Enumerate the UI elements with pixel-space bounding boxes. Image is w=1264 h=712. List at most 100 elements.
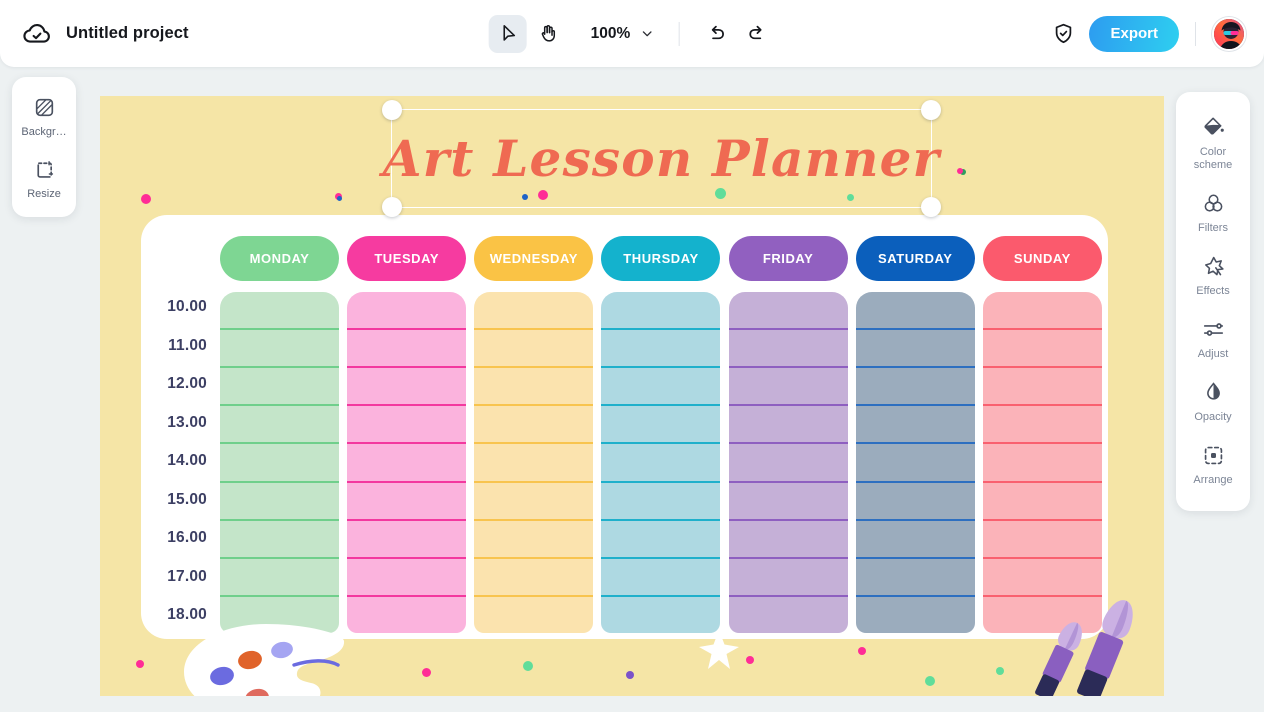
time-slot[interactable] [982, 521, 1102, 559]
time-slot[interactable] [474, 368, 594, 407]
day-header-wednesday[interactable]: WEDNESDAY [474, 236, 594, 281]
project-title[interactable]: Untitled project [66, 24, 189, 43]
time-slot[interactable] [347, 368, 467, 407]
time-slot[interactable] [855, 559, 975, 597]
time-slot[interactable] [855, 368, 975, 407]
time-slot[interactable] [601, 444, 721, 483]
time-slot[interactable] [982, 330, 1102, 369]
time-slot[interactable] [601, 330, 721, 369]
time-slot[interactable] [220, 406, 340, 445]
day-slots-wednesday[interactable] [474, 292, 594, 633]
time-slot[interactable] [347, 559, 467, 597]
planner-card[interactable]: 10.00 11.00 12.00 13.00 14.00 15.00 16.00 17.00… [141, 215, 1108, 639]
sidebar-item-color-scheme[interactable]: Color scheme [1176, 106, 1250, 182]
title-selection-box[interactable]: Art Lesson Planner [382, 100, 941, 217]
time-slot[interactable] [474, 521, 594, 559]
zoom-control[interactable]: 100% [585, 21, 661, 47]
day-header-thursday[interactable]: THURSDAY [601, 236, 721, 281]
time-slot[interactable] [474, 330, 594, 369]
day-header-saturday[interactable]: SATURDAY [855, 236, 975, 281]
time-slot[interactable] [855, 483, 975, 521]
time-slot[interactable] [474, 559, 594, 597]
export-button[interactable]: Export [1089, 15, 1179, 52]
time-slot[interactable] [347, 292, 467, 331]
time-slot[interactable] [728, 368, 848, 407]
time-slot[interactable] [220, 483, 340, 521]
time-slot[interactable] [474, 406, 594, 445]
day-header-friday[interactable]: FRIDAY [728, 236, 848, 281]
day-slots-sunday[interactable] [982, 292, 1102, 633]
resize-handle-top-right[interactable] [921, 100, 941, 120]
time-slot[interactable] [601, 368, 721, 407]
avatar[interactable] [1212, 16, 1246, 51]
time-slot[interactable] [855, 521, 975, 559]
day-header-monday[interactable]: MONDAY [220, 236, 340, 281]
time-slot[interactable] [474, 444, 594, 483]
time-slot[interactable] [347, 330, 467, 369]
time-slot[interactable] [728, 444, 848, 483]
time-slot[interactable] [982, 559, 1102, 597]
sidebar-item-effects[interactable]: Effects [1176, 245, 1250, 308]
sidebar-item-filters[interactable]: Filters [1176, 182, 1250, 245]
time-slot[interactable] [855, 292, 975, 331]
time-slot[interactable] [601, 406, 721, 445]
day-header-tuesday[interactable]: TUESDAY [347, 236, 467, 281]
design-canvas[interactable]: 10.00 11.00 12.00 13.00 14.00 15.00 16.00 17.00… [100, 96, 1164, 696]
time-slot[interactable] [855, 444, 975, 483]
time-slot[interactable] [728, 521, 848, 559]
time-slot[interactable] [220, 521, 340, 559]
time-slot[interactable] [220, 330, 340, 369]
sidebar-item-opacity[interactable]: Opacity [1176, 371, 1250, 434]
time-slot[interactable] [474, 597, 593, 633]
time-slot[interactable] [220, 559, 340, 597]
time-slot[interactable] [347, 406, 467, 445]
sidebar-item-adjust[interactable]: Adjust [1176, 308, 1250, 371]
time-slot[interactable] [855, 406, 975, 445]
time-slot[interactable] [728, 292, 848, 331]
day-slots-saturday[interactable] [855, 292, 975, 633]
sidebar-item-background[interactable]: Backgr… [12, 89, 76, 145]
time-slot[interactable] [982, 406, 1102, 445]
day-slots-thursday[interactable] [601, 292, 721, 633]
time-slot[interactable] [347, 597, 466, 633]
time-slot[interactable] [728, 330, 848, 369]
resize-handle-top-left[interactable] [382, 100, 402, 120]
time-slot[interactable] [474, 483, 594, 521]
cloud-check-icon[interactable] [22, 19, 52, 49]
day-header-sunday[interactable]: SUNDAY [982, 236, 1102, 281]
sidebar-item-arrange[interactable]: Arrange [1176, 434, 1250, 497]
day-slots-friday[interactable] [728, 292, 848, 633]
time-slot[interactable] [220, 368, 340, 407]
time-slot[interactable] [728, 559, 848, 597]
time-slot[interactable] [982, 483, 1102, 521]
time-slot[interactable] [601, 559, 721, 597]
time-slot[interactable] [728, 406, 848, 445]
time-slot[interactable] [347, 521, 467, 559]
time-slot[interactable] [347, 444, 467, 483]
time-slot[interactable] [220, 292, 340, 331]
day-slots-monday[interactable] [220, 292, 340, 633]
undo-button[interactable] [697, 15, 735, 53]
resize-handle-bottom-right[interactable] [921, 197, 941, 217]
time-slot[interactable] [347, 483, 467, 521]
hand-tool-button[interactable] [529, 15, 567, 53]
star-icon [699, 630, 739, 669]
time-slot[interactable] [982, 444, 1102, 483]
time-slot[interactable] [474, 292, 594, 331]
time-slot[interactable] [982, 368, 1102, 407]
sidebar-item-resize[interactable]: Resize [12, 151, 76, 207]
time-slot[interactable] [220, 444, 340, 483]
redo-button[interactable] [737, 15, 775, 53]
time-slot[interactable] [601, 483, 721, 521]
time-slot[interactable] [601, 292, 721, 331]
shield-check-icon[interactable] [1052, 22, 1075, 45]
time-slot[interactable] [855, 330, 975, 369]
select-tool-button[interactable] [488, 14, 527, 53]
time-slot[interactable] [729, 597, 848, 633]
day-slots-tuesday[interactable] [347, 292, 467, 633]
time-slot[interactable] [982, 292, 1102, 331]
time-slot[interactable] [728, 483, 848, 521]
time-slot[interactable] [601, 521, 721, 559]
resize-handle-bottom-left[interactable] [382, 197, 402, 217]
time-slot[interactable] [856, 597, 975, 633]
